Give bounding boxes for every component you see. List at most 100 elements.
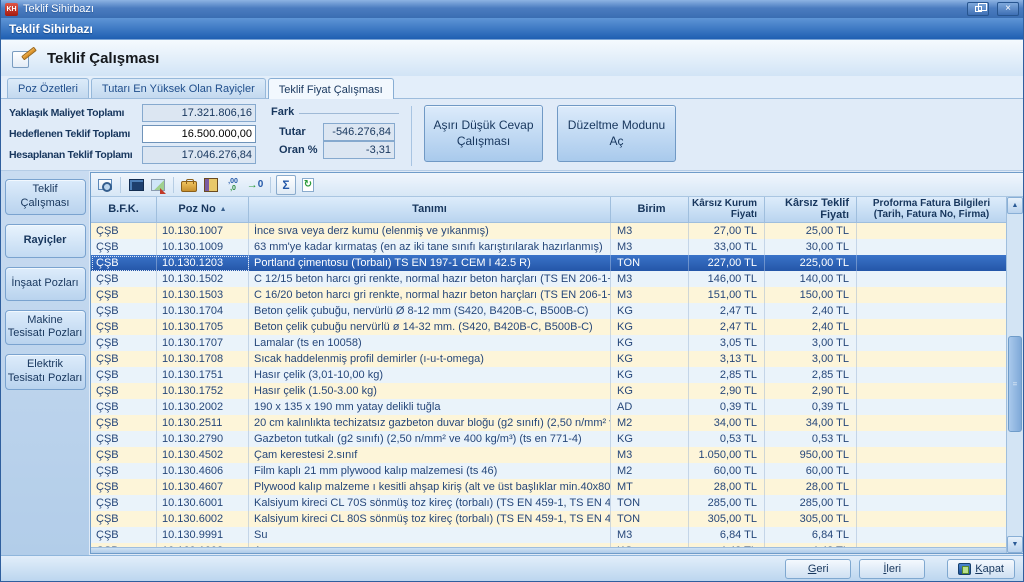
- cell-2: İnce sıva veya derz kumu (elenmiş ve yık…: [249, 223, 611, 239]
- geri-button[interactable]: Geri: [785, 559, 851, 579]
- cell-6: [857, 287, 1006, 303]
- table-row[interactable]: ÇŞB10.130.6002Kalsiyum kireci CL 80S sön…: [91, 511, 1006, 527]
- cell-6: [857, 431, 1006, 447]
- table-row[interactable]: ÇŞB10.130.1502C 12/15 beton harcı gri re…: [91, 271, 1006, 287]
- table-row[interactable]: ÇŞB10.130.2790Gazbeton tutkalı (g2 sınıf…: [91, 431, 1006, 447]
- column-header-label: Kârsız Kurum Fiyatı: [691, 199, 757, 220]
- column-header-b-f-k[interactable]: B.F.K.: [91, 197, 157, 222]
- cell-3: M3: [611, 287, 689, 303]
- page-header: Teklif Çalışması: [1, 40, 1023, 76]
- table-row[interactable]: ÇŞB10.160.1002A...KG4,42 TL4,42 TL: [91, 543, 1006, 547]
- cell-5: 3,00 TL: [765, 335, 857, 351]
- cell-6: [857, 223, 1006, 239]
- table-row[interactable]: ÇŞB10.130.1752Hasır çelik (1.50-3.00 kg)…: [91, 383, 1006, 399]
- fark-label: Fark: [271, 106, 294, 118]
- cell-1: 10.130.1708: [157, 351, 249, 367]
- sidebar-item-makine-tesisatı-pozları[interactable]: Makine Tesisatı Pozları: [5, 310, 86, 346]
- field-row-yaklaşık-maliyet-toplamı: Yaklaşık Maliyet Toplamı17.321.806,16: [9, 104, 261, 122]
- go-to-zero-icon[interactable]: [245, 175, 265, 195]
- cell-2: 63 mm'ye kadar kırmataş (en az iki tane …: [249, 239, 611, 255]
- export-image-icon[interactable]: [148, 175, 168, 195]
- table-row[interactable]: ÇŞB10.130.4607Plywood kalıp malzeme ı ke…: [91, 479, 1006, 495]
- vertical-scrollbar[interactable]: ▲ ▼: [1006, 197, 1023, 553]
- cell-5: 2,40 TL: [765, 319, 857, 335]
- tab-teklif-fiyat-çalışması[interactable]: Teklif Fiyat Çalışması: [268, 78, 394, 99]
- cell-0: ÇŞB: [91, 383, 157, 399]
- table-row[interactable]: ÇŞB10.130.1704Beton çelik çubuğu, nervür…: [91, 303, 1006, 319]
- table-row[interactable]: ÇŞB10.130.6001Kalsiyum kireci CL 70S sön…: [91, 495, 1006, 511]
- cell-5: 30,00 TL: [765, 239, 857, 255]
- recalculate-icon[interactable]: [298, 175, 318, 195]
- table-row[interactable]: ÇŞB10.130.2002190 x 135 x 190 mm yatay d…: [91, 399, 1006, 415]
- sidebar-item-rayiçler[interactable]: Rayiçler: [5, 224, 86, 258]
- cell-6: [857, 335, 1006, 351]
- scroll-up-button[interactable]: ▲: [1007, 197, 1023, 214]
- yaklaşık-maliyet-toplamı-input[interactable]: 17.321.806,16: [142, 104, 256, 122]
- table-row[interactable]: ÇŞB10.130.1705Beton çelik çubuğu nervürl…: [91, 319, 1006, 335]
- table-row-selected[interactable]: ÇŞB10.130.1203Portland çimentosu (Torbal…: [91, 255, 1006, 271]
- scrollbar-track[interactable]: [1007, 214, 1023, 536]
- table-row[interactable]: ÇŞB10.130.251120 cm kalınlıkta techizats…: [91, 415, 1006, 431]
- sidebar-item-i-nşaat-pozları[interactable]: İnşaat Pozları: [5, 267, 86, 301]
- sum-icon[interactable]: [276, 175, 296, 195]
- table-row[interactable]: ÇŞB10.130.100963 mm'ye kadar kırmataş (e…: [91, 239, 1006, 255]
- tab-tutarı-en-yüksek-olan-rayiçler[interactable]: Tutarı En Yüksek Olan Rayiçler: [91, 78, 266, 98]
- cell-0: ÇŞB: [91, 415, 157, 431]
- action-buttons: Aşırı Düşük Cevap ÇalışmasıDüzeltme Modu…: [424, 104, 676, 162]
- cell-0: ÇŞB: [91, 239, 157, 255]
- cell-4: 0,39 TL: [689, 399, 765, 415]
- preview-icon[interactable]: [95, 175, 115, 195]
- table-row[interactable]: ÇŞB10.130.4606Film kaplı 21 mm plywood k…: [91, 463, 1006, 479]
- fark-divider: [299, 113, 399, 114]
- decimal-precision-icon[interactable]: [223, 175, 243, 195]
- column-header-label: B.F.K.: [108, 204, 139, 216]
- cell-5: 305,00 TL: [765, 511, 857, 527]
- cell-2: Hasır çelik (3,01-10,00 kg): [249, 367, 611, 383]
- cell-0: ÇŞB: [91, 303, 157, 319]
- column-header-tanımı[interactable]: Tanımı: [249, 197, 611, 222]
- cell-5: 950,00 TL: [765, 447, 857, 463]
- cell-0: ÇŞB: [91, 527, 157, 543]
- table-row[interactable]: ÇŞB10.130.1503C 16/20 beton harcı gri re…: [91, 287, 1006, 303]
- cell-1: 10.130.2002: [157, 399, 249, 415]
- cell-1: 10.130.1009: [157, 239, 249, 255]
- column-header-k-rsız-teklif-fiyatı[interactable]: Kârsız Teklif Fiyatı: [765, 197, 857, 222]
- hedeflenen-teklif-toplamı-input[interactable]: 16.500.000,00: [142, 125, 256, 143]
- briefcase-icon[interactable]: [179, 175, 199, 195]
- display-icon[interactable]: [126, 175, 146, 195]
- düzeltme-modunu-aç-button[interactable]: Düzeltme Modunu Aç: [557, 105, 676, 162]
- table-row[interactable]: ÇŞB10.130.1751Hasır çelik (3,01-10,00 kg…: [91, 367, 1006, 383]
- scrollbar-thumb[interactable]: [1008, 336, 1022, 432]
- tab-poz-özetleri[interactable]: Poz Özetleri: [7, 78, 89, 98]
- column-header-k-rsız-kurum-fiyatı[interactable]: Kârsız Kurum Fiyatı: [689, 197, 765, 222]
- close-button[interactable]: ×: [997, 2, 1019, 16]
- grid-bottom-edge: [91, 547, 1006, 553]
- kapat-button[interactable]: Kapat: [947, 559, 1015, 579]
- scroll-down-button[interactable]: ▼: [1007, 536, 1023, 553]
- table-row[interactable]: ÇŞB10.130.4502Çam kerestesi 2.sınıfM31.0…: [91, 447, 1006, 463]
- table-row[interactable]: ÇŞB10.130.9991SuM36,84 TL6,84 TL: [91, 527, 1006, 543]
- sidebar-item-teklif-çalışması[interactable]: Teklif Çalışması: [5, 179, 86, 215]
- hesaplanan-teklif-toplamı-input[interactable]: 17.046.276,84: [142, 146, 256, 164]
- tab-bar: Poz ÖzetleriTutarı En Yüksek Olan Rayiçl…: [1, 76, 1023, 99]
- column-header-poz-no[interactable]: Poz No▲: [157, 197, 249, 222]
- aşırı-düşük-cevap-çalışması-button[interactable]: Aşırı Düşük Cevap Çalışması: [424, 105, 543, 162]
- cell-5: 25,00 TL: [765, 223, 857, 239]
- cell-2: Kalsiyum kireci CL 80S sönmüş toz kireç …: [249, 511, 611, 527]
- field-row-hedeflenen-teklif-toplamı: Hedeflenen Teklif Toplamı16.500.000,00: [9, 125, 261, 143]
- column-header-birim[interactable]: Birim: [611, 197, 689, 222]
- catalog-icon[interactable]: [201, 175, 221, 195]
- table-row[interactable]: ÇŞB10.130.1708Sıcak haddelenmiş profil d…: [91, 351, 1006, 367]
- table-row[interactable]: ÇŞB10.130.1007İnce sıva veya derz kumu (…: [91, 223, 1006, 239]
- sidebar-item-elektrik-tesisatı-pozları[interactable]: Elektrik Tesisatı Pozları: [5, 354, 86, 390]
- toolbar-separator: [270, 177, 271, 193]
- fark-rows: Tutar-546.276,84Oran %-3,31: [271, 123, 399, 159]
- cell-5: 4,42 TL: [765, 543, 857, 547]
- table-row[interactable]: ÇŞB10.130.1707Lamalar (ts en 10058)KG3,0…: [91, 335, 1006, 351]
- cell-0: ÇŞB: [91, 479, 157, 495]
- exit-icon: [958, 563, 971, 575]
- cell-0: ÇŞB: [91, 287, 157, 303]
- i-leri-button[interactable]: İleri: [859, 559, 925, 579]
- restore-button[interactable]: [967, 2, 989, 16]
- column-header-proforma-fatura-bilgileri-tarih-fatura-no-firma[interactable]: Proforma Fatura Bilgileri (Tarih, Fatura…: [857, 197, 1006, 222]
